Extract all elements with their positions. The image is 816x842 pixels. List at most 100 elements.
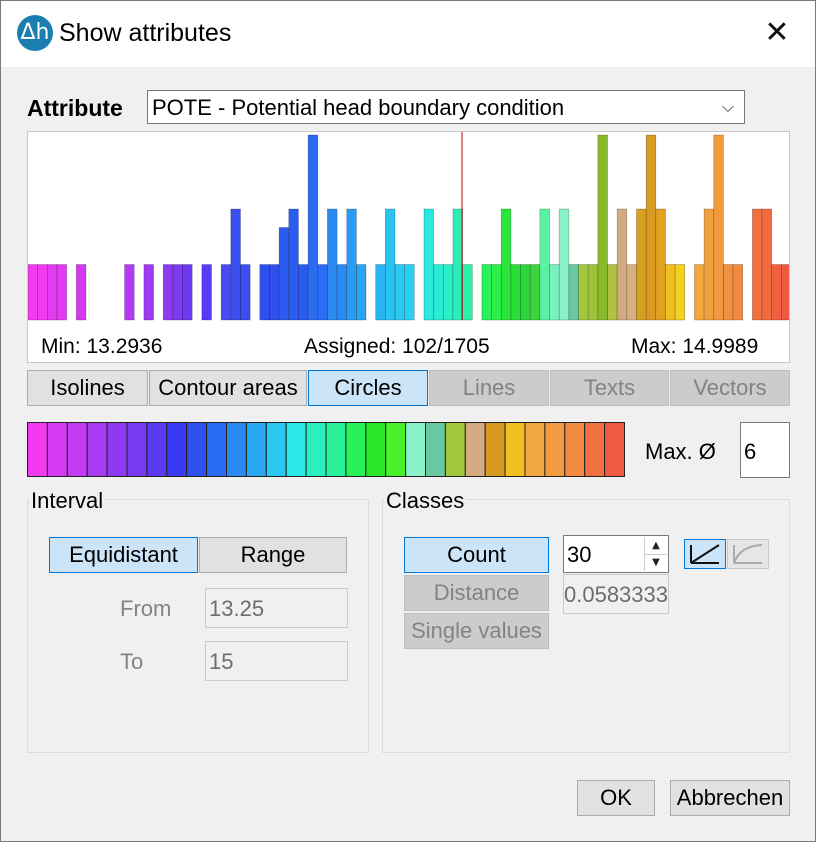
histogram-bar (259, 264, 270, 321)
histogram-bar (597, 134, 608, 321)
histogram-bar (723, 264, 734, 321)
color-ramp-swatch (305, 422, 327, 477)
cancel-button[interactable]: Abbrechen (670, 780, 790, 816)
count-button[interactable]: Count (404, 537, 549, 573)
max-diameter-label: Max. Ø (645, 439, 716, 464)
histogram-bar (462, 264, 473, 321)
histogram-bar (375, 264, 386, 321)
nonlinear-scale-button[interactable] (727, 539, 769, 569)
histogram-bar (781, 264, 789, 321)
histogram-bar (481, 264, 492, 321)
histogram-bar (626, 264, 637, 321)
histogram-bar (278, 227, 290, 321)
class-count-spinner[interactable]: 30 ▲ ▼ (563, 535, 669, 573)
histogram-min: Min: 13.2936 (41, 335, 163, 358)
histogram-bar (385, 208, 396, 321)
max-diameter-input[interactable]: 6 (740, 422, 790, 478)
histogram-bar (665, 264, 676, 321)
class-distance-value: 0.0583333 (564, 582, 668, 607)
curve-scale-icon (733, 544, 763, 564)
histogram-bar (529, 264, 541, 321)
single-values-button[interactable]: Single values (404, 613, 549, 649)
equidistant-button[interactable]: Equidistant (49, 537, 198, 573)
to-input[interactable]: 15 (205, 641, 348, 681)
histogram-bar (500, 208, 512, 321)
color-ramp-swatch (166, 422, 188, 477)
histogram-bar (75, 264, 87, 321)
color-ramp-swatch (405, 422, 427, 477)
histogram-bar (752, 208, 763, 321)
histogram-bar (56, 264, 67, 321)
histogram-bar (317, 264, 328, 321)
from-input[interactable]: 13.25 (205, 588, 348, 628)
histogram-bar (549, 264, 560, 321)
histogram-bar (404, 264, 415, 321)
histogram-bar (336, 264, 348, 321)
histogram-bar (124, 264, 135, 321)
histogram-bar (433, 264, 444, 321)
attribute-selected-value: POTE - Potential head boundary condition (152, 95, 565, 120)
tab-contour-areas[interactable]: Contour areas (149, 370, 307, 406)
range-button[interactable]: Range (199, 537, 347, 573)
tab-isolines[interactable]: Isolines (27, 370, 148, 406)
app-logo-icon: Δh (17, 15, 53, 51)
attribute-label: Attribute (27, 95, 123, 121)
color-ramp-swatch (265, 422, 287, 477)
histogram-bar (539, 208, 550, 321)
histogram-bar (771, 264, 782, 321)
window-title: Show attributes (59, 19, 232, 47)
color-ramp-swatch (46, 422, 68, 477)
histogram-bar (616, 208, 628, 321)
color-ramp-swatch (226, 422, 247, 477)
histogram-bar (47, 264, 58, 321)
color-ramp-swatch (206, 422, 228, 477)
tab-lines[interactable]: Lines (429, 370, 549, 406)
class-distance-input[interactable]: 0.0583333 (563, 574, 669, 614)
color-ramp-swatch (464, 422, 486, 477)
color-ramp-swatch (146, 422, 168, 477)
show-attributes-dialog: Δh Show attributes ✕ Attribute POTE - Po… (0, 0, 816, 842)
histogram-bar (520, 264, 531, 321)
tab-circles[interactable]: Circles (308, 370, 428, 406)
tab-vectors[interactable]: Vectors (670, 370, 790, 406)
histogram-bar (143, 264, 154, 321)
color-ramp-swatch (126, 422, 148, 477)
spin-down-icon[interactable]: ▼ (644, 554, 667, 571)
histogram-bar (307, 134, 319, 321)
histogram-bar (346, 208, 357, 321)
chevron-down-icon: ⌵ (721, 97, 734, 116)
histogram-bar (587, 264, 599, 321)
distance-button[interactable]: Distance (404, 575, 549, 611)
color-ramp-swatch (544, 422, 566, 477)
histogram-bar (732, 264, 744, 321)
to-label: To (120, 649, 144, 674)
linear-scale-icon (690, 544, 720, 564)
color-ramp-swatch (345, 422, 367, 477)
color-ramp-swatch (584, 422, 606, 477)
color-ramp-swatch (484, 422, 506, 477)
ok-button[interactable]: OK (577, 780, 655, 816)
color-ramp-swatch (564, 422, 586, 477)
color-ramp-swatch (365, 422, 387, 477)
histogram-bar (636, 208, 647, 321)
histogram-bar (240, 264, 251, 321)
tab-texts[interactable]: Texts (550, 370, 669, 406)
spin-up-icon[interactable]: ▲ (644, 537, 667, 555)
histogram-bar (327, 208, 338, 321)
linear-scale-button[interactable] (684, 539, 726, 569)
attribute-select[interactable]: POTE - Potential head boundary condition… (147, 90, 745, 124)
color-ramp (27, 422, 625, 477)
histogram-bar (37, 264, 48, 321)
color-ramp-swatch (504, 422, 526, 477)
histogram-bar (491, 264, 502, 321)
histogram-bar (510, 264, 521, 321)
histogram-bar (694, 264, 705, 321)
close-icon[interactable]: ✕ (749, 9, 805, 57)
histogram-bar (578, 264, 589, 321)
histogram-bar (645, 134, 657, 321)
histogram-bar (568, 264, 579, 321)
histogram-bar (269, 264, 280, 321)
histogram-bar (442, 264, 454, 321)
color-ramp-swatch (444, 422, 466, 477)
histogram-bar (28, 264, 38, 321)
